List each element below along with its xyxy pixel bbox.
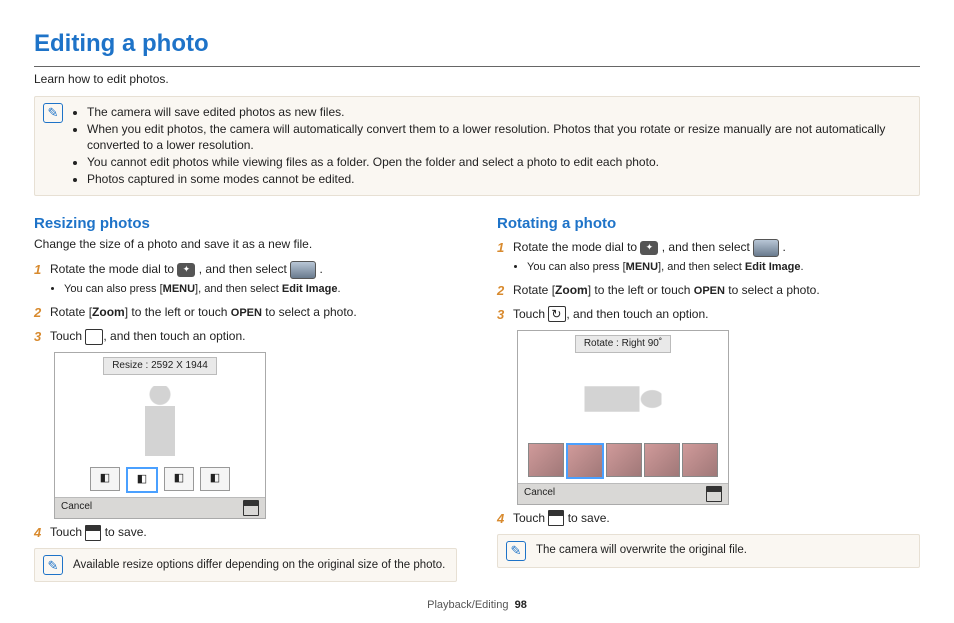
resizing-section: Resizing photos Change the size of a pho… bbox=[34, 210, 457, 589]
rotate-mock-label: Rotate : Right 90˚ bbox=[575, 335, 671, 353]
save-icon bbox=[85, 525, 101, 541]
save-icon bbox=[548, 510, 564, 526]
text: Rotate the mode dial to bbox=[50, 262, 177, 276]
cancel-button[interactable]: Cancel bbox=[524, 486, 555, 502]
resizing-heading: Resizing photos bbox=[34, 214, 457, 234]
resizing-sub: Change the size of a photo and save it a… bbox=[34, 236, 457, 252]
top-note-item: When you edit photos, the camera will au… bbox=[87, 121, 911, 153]
resize-mock-label: Resize : 2592 X 1944 bbox=[103, 357, 217, 375]
resize-note: ✎ Available resize options differ depend… bbox=[34, 548, 457, 582]
rotate-icon bbox=[548, 306, 566, 322]
cancel-button[interactable]: Cancel bbox=[61, 500, 92, 516]
page-footer: Playback/Editing 98 bbox=[34, 598, 920, 613]
rotate-thumb-row bbox=[518, 441, 728, 483]
photo-silhouette bbox=[125, 386, 195, 456]
rotate-thumb[interactable] bbox=[682, 443, 718, 477]
step-body: Touch , and then touch an option. bbox=[50, 327, 457, 345]
footer-section: Playback/Editing bbox=[427, 599, 508, 611]
resize-option-button[interactable]: ◧ bbox=[200, 467, 230, 491]
rotate-thumb[interactable] bbox=[566, 443, 604, 479]
rotating-heading: Rotating a photo bbox=[497, 214, 920, 234]
rotate-thumb[interactable] bbox=[644, 443, 680, 477]
step-body: Touch to save. bbox=[513, 509, 920, 527]
text: , and then select bbox=[199, 262, 290, 276]
step-number: 2 bbox=[497, 281, 513, 301]
resize-option-button[interactable]: ◧ bbox=[164, 467, 194, 491]
step-body: Rotate the mode dial to ✦ , and then sel… bbox=[50, 260, 457, 299]
step-body: Rotate the mode dial to ✦ , and then sel… bbox=[513, 238, 920, 277]
mode-dial-icon: ✦ bbox=[177, 263, 195, 277]
step-number: 1 bbox=[497, 238, 513, 258]
top-note-box: ✎ The camera will save edited photos as … bbox=[34, 96, 920, 196]
page-title: Editing a photo bbox=[34, 28, 920, 67]
resize-icon bbox=[85, 329, 103, 345]
select-icon bbox=[290, 261, 316, 279]
substep: You can also press [MENU], and then sele… bbox=[64, 281, 457, 298]
rotate-thumb[interactable] bbox=[606, 443, 642, 477]
step-number: 3 bbox=[497, 305, 513, 325]
step-number: 2 bbox=[34, 303, 50, 323]
resize-mock-screen: Resize : 2592 X 1944 ◧ ◧ ◧ ◧ Cancel bbox=[54, 352, 266, 519]
note-icon: ✎ bbox=[43, 555, 63, 575]
photo-silhouette bbox=[585, 369, 662, 429]
mode-dial-icon: ✦ bbox=[640, 241, 658, 255]
select-icon bbox=[753, 239, 779, 257]
step-number: 1 bbox=[34, 260, 50, 280]
save-icon[interactable] bbox=[243, 500, 259, 516]
footer-page: 98 bbox=[515, 599, 527, 611]
step-number: 4 bbox=[34, 523, 50, 543]
text: . bbox=[320, 262, 323, 276]
resize-toolbar: ◧ ◧ ◧ ◧ bbox=[55, 463, 265, 497]
page-intro: Learn how to edit photos. bbox=[34, 71, 920, 87]
note-icon: ✎ bbox=[506, 541, 526, 561]
step-body: Rotate [Zoom] to the left or touch OPEN … bbox=[513, 281, 920, 300]
rotating-section: Rotating a photo 1 Rotate the mode dial … bbox=[497, 210, 920, 589]
note-icon: ✎ bbox=[43, 103, 63, 123]
rotate-note: ✎ The camera will overwrite the original… bbox=[497, 534, 920, 568]
top-note-body: The camera will save edited photos as ne… bbox=[73, 103, 911, 189]
save-icon[interactable] bbox=[706, 486, 722, 502]
top-note-item: Photos captured in some modes cannot be … bbox=[87, 171, 911, 187]
step-body: Touch to save. bbox=[50, 523, 457, 541]
step-number: 4 bbox=[497, 509, 513, 529]
rotate-mock-screen: Rotate : Right 90˚ Cancel bbox=[517, 330, 729, 505]
substep: You can also press [MENU], and then sele… bbox=[527, 259, 920, 276]
top-note-item: You cannot edit photos while viewing fil… bbox=[87, 154, 911, 170]
resize-option-button[interactable]: ◧ bbox=[90, 467, 120, 491]
rotate-thumb[interactable] bbox=[528, 443, 564, 477]
step-number: 3 bbox=[34, 327, 50, 347]
resize-option-button[interactable]: ◧ bbox=[126, 467, 158, 493]
note-text: Available resize options differ dependin… bbox=[73, 558, 445, 574]
top-note-item: The camera will save edited photos as ne… bbox=[87, 104, 911, 120]
step-body: Touch , and then touch an option. bbox=[513, 305, 920, 323]
step-body: Rotate [Zoom] to the left or touch OPEN … bbox=[50, 303, 457, 322]
